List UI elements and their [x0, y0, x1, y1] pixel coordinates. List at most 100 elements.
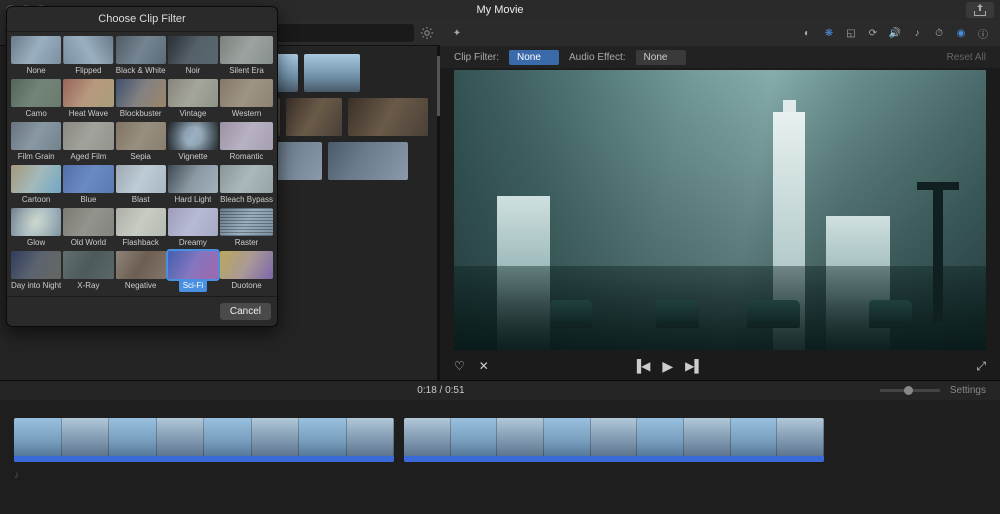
clip-filter-value[interactable]: None [509, 50, 559, 65]
filter-label: Sepia [130, 150, 150, 163]
filter-thumb [11, 122, 61, 150]
filter-option-raster[interactable]: Raster [220, 208, 273, 249]
filter-option-aged-film[interactable]: Aged Film [63, 122, 113, 163]
filter-option-cartoon[interactable]: Cartoon [11, 165, 61, 206]
filter-option-old-world[interactable]: Old World [63, 208, 113, 249]
filter-option-hard-light[interactable]: Hard Light [168, 165, 218, 206]
filter-option-sci-fi[interactable]: Sci-Fi [168, 251, 218, 292]
filter-thumb [11, 36, 61, 64]
audio-effect-value[interactable]: None [636, 50, 686, 65]
cancel-button[interactable]: Cancel [220, 303, 271, 320]
filter-label: Blue [80, 193, 96, 206]
filter-thumb [220, 36, 273, 64]
filter-option-romantic[interactable]: Romantic [220, 122, 273, 163]
clip-filter-button[interactable]: ◉ [954, 26, 968, 40]
filter-option-film-grain[interactable]: Film Grain [11, 122, 61, 163]
filter-option-black-white[interactable]: Black & White [116, 36, 166, 77]
speed-button[interactable]: ⏱ [932, 26, 946, 40]
timeline-settings-button[interactable]: Settings [950, 385, 986, 396]
browser-settings-button[interactable] [420, 26, 434, 40]
filter-thumb [11, 251, 61, 279]
filter-label: Noir [186, 64, 201, 77]
filter-option-negative[interactable]: Negative [116, 251, 166, 292]
color-wheel-button[interactable]: ❋ [822, 26, 836, 40]
filter-label: Blockbuster [120, 107, 162, 120]
filter-label: X-Ray [77, 279, 99, 292]
filter-label: Flipped [75, 64, 101, 77]
prev-button[interactable]: ▐◀ [633, 359, 651, 373]
reset-all-button[interactable]: Reset All [947, 52, 986, 63]
filter-option-day-into-night[interactable]: Day into Night [11, 251, 61, 292]
filter-option-bleach-bypass[interactable]: Bleach Bypass [220, 165, 273, 206]
filter-option-noir[interactable]: Noir [168, 36, 218, 77]
filter-option-blockbuster[interactable]: Blockbuster [116, 79, 166, 120]
browser-scrollbar[interactable] [437, 46, 440, 380]
filter-thumb [11, 208, 61, 236]
zoom-slider[interactable] [880, 389, 940, 392]
reject-button[interactable]: ✕ [479, 359, 489, 373]
filter-option-silent-era[interactable]: Silent Era [220, 36, 273, 77]
filter-label: Dreamy [179, 236, 207, 249]
filter-option-flipped[interactable]: Flipped [63, 36, 113, 77]
clip-thumb[interactable] [304, 54, 360, 92]
filter-label: Black & White [116, 64, 166, 77]
filter-label: Camo [25, 107, 46, 120]
clip-thumb[interactable] [348, 98, 428, 136]
share-button[interactable] [966, 2, 994, 18]
crop-button[interactable]: ◱ [844, 26, 858, 40]
filter-label: Cartoon [22, 193, 50, 206]
filter-option-duotone[interactable]: Duotone [220, 251, 273, 292]
filter-option-glow[interactable]: Glow [11, 208, 61, 249]
filter-label: Glow [27, 236, 45, 249]
stabilize-button[interactable]: ⟳ [866, 26, 880, 40]
filter-option-vignette[interactable]: Vignette [168, 122, 218, 163]
filter-thumb [168, 79, 218, 107]
filter-label: Raster [235, 236, 259, 249]
next-button[interactable]: ▶▌ [685, 359, 703, 373]
clip-thumb[interactable] [286, 98, 342, 136]
timeline-clip[interactable] [404, 418, 824, 462]
filter-label: Romantic [230, 150, 264, 163]
filter-option-vintage[interactable]: Vintage [168, 79, 218, 120]
color-balance-button[interactable]: ◐ [800, 26, 814, 40]
magic-wand-button[interactable]: ✦ [450, 26, 464, 40]
filter-label: None [27, 64, 46, 77]
timeline[interactable]: ♪ [0, 400, 1000, 514]
filter-thumb [168, 251, 218, 279]
filter-option-flashback[interactable]: Flashback [116, 208, 166, 249]
time-readout: 0:18 / 0:51 [417, 385, 464, 396]
filter-option-dreamy[interactable]: Dreamy [168, 208, 218, 249]
preview-canvas [454, 70, 986, 350]
filter-option-blue[interactable]: Blue [63, 165, 113, 206]
filter-option-x-ray[interactable]: X-Ray [63, 251, 113, 292]
filter-option-camo[interactable]: Camo [11, 79, 61, 120]
filter-thumb [63, 208, 113, 236]
filter-label: Duotone [231, 279, 261, 292]
filter-option-none[interactable]: None [11, 36, 61, 77]
filter-option-western[interactable]: Western [220, 79, 273, 120]
filter-option-heat-wave[interactable]: Heat Wave [63, 79, 113, 120]
timeline-clip[interactable] [14, 418, 394, 462]
volume-button[interactable]: 🔊 [888, 26, 902, 40]
filter-option-blast[interactable]: Blast [116, 165, 166, 206]
audio-track[interactable]: ♪ [14, 468, 986, 482]
filter-thumb [11, 165, 61, 193]
clip-filter-popover: Choose Clip Filter NoneFlippedBlack & Wh… [6, 6, 278, 327]
filter-label: Blast [132, 193, 150, 206]
filter-thumb [220, 165, 273, 193]
filter-thumb [220, 79, 273, 107]
filter-label: Old World [71, 236, 106, 249]
filter-option-sepia[interactable]: Sepia [116, 122, 166, 163]
filter-label: Hard Light [174, 193, 211, 206]
fullscreen-button[interactable]: ⤢ [976, 359, 986, 374]
info-button[interactable]: ⓘ [976, 26, 990, 40]
filter-label: Day into Night [11, 279, 61, 292]
filter-thumb [63, 36, 113, 64]
filter-grid: None Flipped Black & White Noir Silent Era Ca… [7, 32, 277, 296]
noise-reduce-button[interactable]: ♪ [910, 26, 924, 40]
clip-thumb[interactable] [328, 142, 408, 180]
filter-label: Silent Era [229, 64, 264, 77]
filter-thumb [168, 36, 218, 64]
play-button[interactable]: ▶ [662, 358, 673, 375]
favorite-button[interactable]: ♡ [454, 359, 465, 373]
